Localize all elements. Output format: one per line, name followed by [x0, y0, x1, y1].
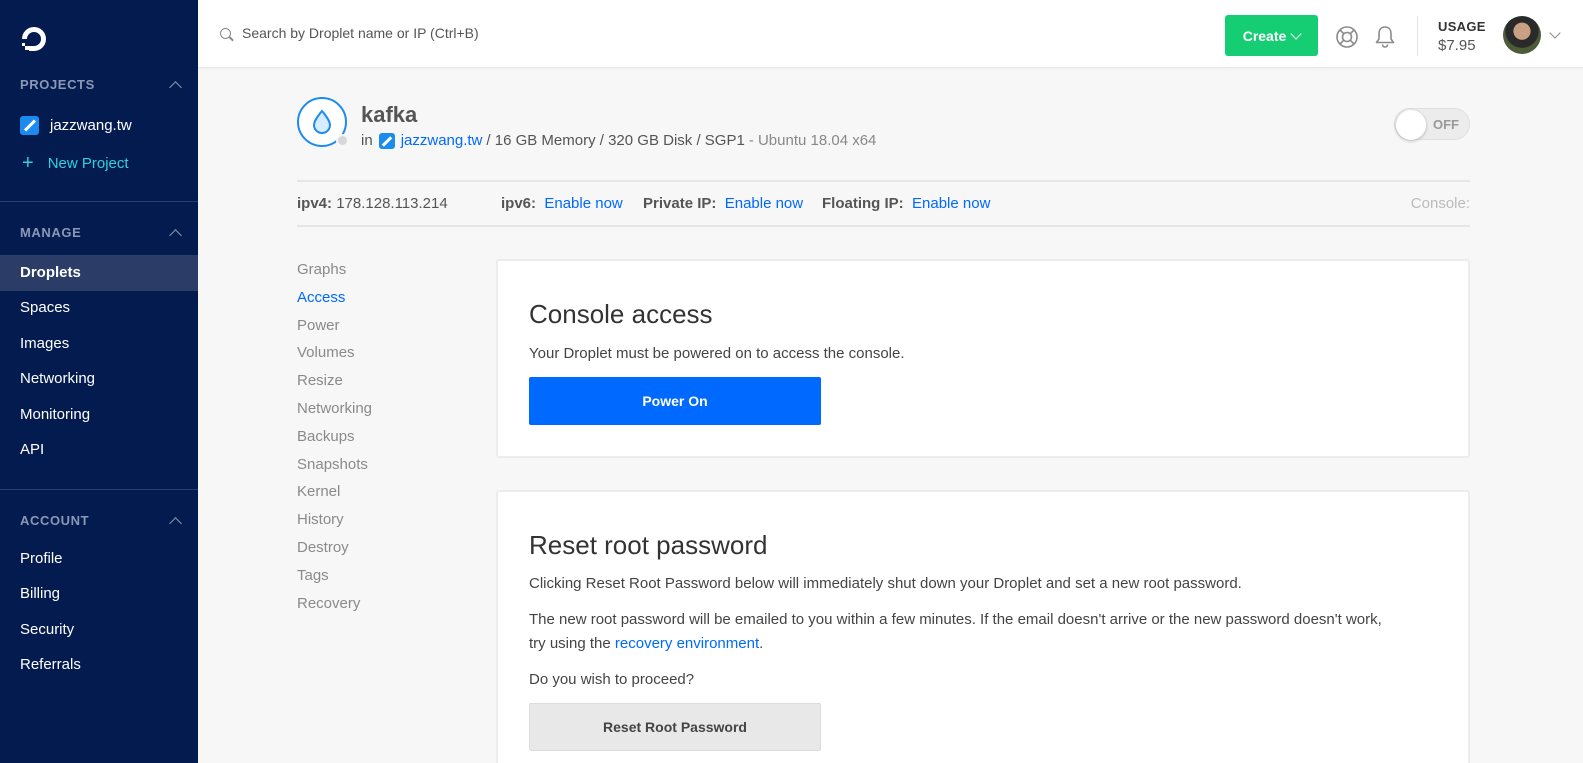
reset-password-note: The new root password will be emailed to… [529, 608, 1449, 656]
droplet-subnav: Graphs Access Power Volumes Resize Netwo… [297, 261, 372, 622]
divider [297, 225, 1470, 227]
subnav-item-destroy[interactable]: Destroy [297, 539, 372, 567]
sidebar-item-monitoring[interactable]: Monitoring [0, 397, 198, 433]
subnav-item-backups[interactable]: Backups [297, 428, 372, 456]
floating-ip-label: Floating IP: [822, 195, 904, 212]
projects-section-header[interactable]: PROJECTS [20, 77, 184, 94]
project-icon [378, 132, 395, 149]
floating-ip-info: Floating IP: Enable now [822, 195, 990, 212]
chevron-down-icon[interactable] [1549, 27, 1561, 39]
private-ip-label: Private IP: [643, 195, 717, 212]
avatar[interactable] [1503, 16, 1541, 54]
subnav-item-volumes[interactable]: Volumes [297, 344, 372, 372]
chevron-up-icon [169, 228, 182, 242]
reset-root-password-button[interactable]: Reset Root Password [529, 703, 821, 751]
subnav-item-power[interactable]: Power [297, 317, 372, 345]
droplet-os: - Ubuntu 18.04 x64 [748, 132, 877, 149]
reset-password-title: Reset root password [529, 530, 768, 560]
private-ip-enable-link[interactable]: Enable now [725, 195, 803, 212]
search-input[interactable] [242, 25, 542, 41]
divider [297, 180, 1470, 182]
reset-password-question: Do you wish to proceed? [529, 671, 695, 688]
sidebar-item-spaces[interactable]: Spaces [0, 290, 198, 326]
account-heading: ACCOUNT [20, 513, 90, 528]
usage-label: USAGE [1438, 19, 1486, 34]
console-access-text: Your Droplet must be powered on to acces… [529, 345, 905, 362]
subnav-item-networking[interactable]: Networking [297, 400, 372, 428]
create-label: Create [1242, 27, 1287, 44]
toggle-knob [1396, 110, 1426, 140]
projects-heading: PROJECTS [20, 77, 95, 92]
chevron-down-icon [1290, 27, 1302, 40]
droplet-meta: in jazzwang.tw / 16 GB Memory / 320 GB D… [361, 132, 876, 149]
recovery-environment-link[interactable]: recovery environment [615, 635, 759, 652]
subnav-item-access[interactable]: Access [297, 289, 372, 317]
reset-note-suffix: . [759, 635, 764, 652]
sidebar-divider [0, 489, 198, 490]
status-dot [336, 134, 349, 147]
droplet-name: kafka [361, 102, 418, 127]
account-section-header[interactable]: ACCOUNT [20, 513, 184, 530]
bell-icon[interactable] [1374, 24, 1396, 48]
ipv6-info: ipv6: Enable now [501, 195, 623, 212]
chevron-up-icon [169, 80, 182, 94]
subnav-item-history[interactable]: History [297, 511, 372, 539]
subnav-item-snapshots[interactable]: Snapshots [297, 456, 372, 484]
project-name: jazzwang.tw [50, 117, 132, 134]
sidebar-item-droplets[interactable]: Droplets [0, 255, 198, 291]
plus-icon: + [22, 152, 34, 174]
sidebar: PROJECTS jazzwang.tw + New Project MANAG… [0, 0, 198, 763]
subnav-item-tags[interactable]: Tags [297, 567, 372, 595]
console-access-title: Console access [529, 299, 713, 329]
manage-heading: MANAGE [20, 225, 82, 240]
droplet-specs: / 16 GB Memory / 320 GB Disk / SGP1 [486, 132, 745, 149]
reset-password-text: Clicking Reset Root Password below will … [529, 575, 1242, 592]
search-icon [220, 28, 234, 42]
chevron-up-icon [169, 516, 182, 530]
subnav-item-graphs[interactable]: Graphs [297, 261, 372, 289]
create-button[interactable]: Create [1225, 15, 1318, 56]
help-icon[interactable] [1335, 25, 1359, 49]
in-label: in [361, 132, 373, 149]
console-access-panel: Console access Your Droplet must be powe… [496, 259, 1470, 458]
usage-value[interactable]: $7.95 [1438, 37, 1476, 54]
ipv4-value[interactable]: 178.128.113.214 [336, 195, 448, 212]
power-on-button[interactable]: Power On [529, 377, 821, 425]
reset-note-prefix: try using the [529, 635, 615, 652]
new-project-link[interactable]: + New Project [22, 153, 129, 173]
digitalocean-logo-icon[interactable] [19, 24, 49, 54]
sidebar-item-api[interactable]: API [0, 432, 198, 468]
droplet-project-link[interactable]: jazzwang.tw [401, 132, 483, 149]
ipv6-enable-link[interactable]: Enable now [544, 195, 622, 212]
topbar-divider [1417, 16, 1418, 56]
subnav-item-resize[interactable]: Resize [297, 372, 372, 400]
sidebar-item-billing[interactable]: Billing [0, 576, 198, 612]
reset-note-line1: The new root password will be emailed to… [529, 611, 1382, 628]
subnav-item-kernel[interactable]: Kernel [297, 483, 372, 511]
droplet-icon [297, 97, 349, 147]
manage-section-header[interactable]: MANAGE [20, 225, 184, 242]
new-project-label: New Project [47, 154, 129, 172]
private-ip-info: Private IP: Enable now [643, 195, 803, 212]
sidebar-item-profile[interactable]: Profile [0, 541, 198, 577]
project-icon [20, 116, 39, 135]
sidebar-item-images[interactable]: Images [0, 326, 198, 362]
sidebar-item-security[interactable]: Security [0, 612, 198, 648]
sidebar-item-referrals[interactable]: Referrals [0, 647, 198, 683]
sidebar-item-networking[interactable]: Networking [0, 361, 198, 397]
search-box [220, 24, 542, 42]
subnav-item-recovery[interactable]: Recovery [297, 595, 372, 623]
console-label[interactable]: Console: [1411, 195, 1470, 212]
ipv4-label: ipv4: [297, 195, 333, 212]
sidebar-item-project[interactable]: jazzwang.tw [20, 116, 132, 135]
top-bar: Create USAGE $7.95 [198, 0, 1583, 68]
ipv4-info: ipv4: 178.128.113.214 [297, 195, 448, 212]
ipv6-label: ipv6: [501, 195, 537, 212]
power-state-label: OFF [1433, 117, 1459, 132]
power-toggle[interactable]: OFF [1394, 108, 1470, 140]
sidebar-divider [0, 201, 198, 202]
reset-password-panel: Reset root password Clicking Reset Root … [496, 490, 1470, 763]
floating-ip-enable-link[interactable]: Enable now [912, 195, 990, 212]
